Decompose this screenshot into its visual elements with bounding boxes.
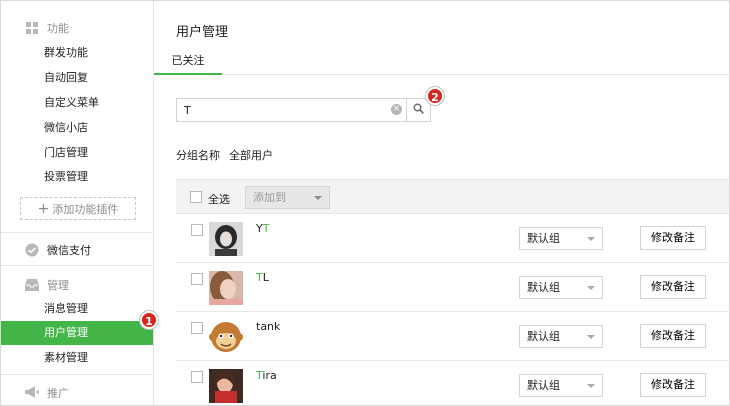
megaphone-icon (25, 386, 39, 400)
section-management-header: 管理 (1, 272, 153, 297)
chevron-down-icon (587, 335, 595, 339)
avatar[interactable] (209, 320, 243, 354)
user-name[interactable]: Tira (256, 369, 277, 382)
user-table-header: 全选 添加到 (176, 179, 729, 214)
section-functions-header: 功能 (1, 15, 153, 40)
avatar[interactable] (209, 271, 243, 305)
sidebar-item-material-management[interactable]: 素材管理 (1, 346, 153, 370)
app-frame: 功能 群发功能 自动回复 自定义菜单 微信小店 门店管理 投票管理 + 添加功能… (0, 0, 730, 406)
group-select-value: 默认组 (527, 232, 560, 245)
table-row: tank 默认组 修改备注 (176, 312, 729, 361)
section-promotion-header[interactable]: 推广 (1, 380, 153, 405)
user-name-rest: Y (256, 222, 263, 235)
sidebar-item-wechat-pay[interactable]: 微信支付 (1, 237, 153, 262)
add-plugin-label: 添加功能插件 (52, 202, 119, 216)
tabs-divider (154, 74, 729, 75)
row-checkbox[interactable] (191, 322, 203, 334)
user-name[interactable]: TL (256, 271, 269, 284)
edit-remark-button[interactable]: 修改备注 (640, 275, 706, 299)
avatar[interactable] (209, 222, 243, 256)
sidebar-item-vote-management[interactable]: 投票管理 (1, 165, 153, 189)
clear-icon[interactable]: × (391, 104, 402, 115)
callout-badge-2: 2 (426, 87, 444, 105)
chevron-down-icon (587, 237, 595, 241)
user-name-highlight-end: T (262, 222, 270, 235)
wechat-pay-label: 微信支付 (47, 243, 91, 257)
plus-icon: + (37, 200, 50, 217)
group-select[interactable]: 默认组 (519, 276, 603, 299)
sidebar-item-mass-send[interactable]: 群发功能 (1, 41, 153, 65)
row-checkbox[interactable] (191, 273, 203, 285)
sidebar-divider (1, 265, 153, 266)
add-plugin-button[interactable]: + 添加功能插件 (20, 197, 136, 220)
sidebar-item-wechat-shop[interactable]: 微信小店 (1, 116, 153, 140)
user-name[interactable]: YT (256, 222, 269, 235)
avatar[interactable] (209, 369, 243, 403)
search-input[interactable] (177, 99, 384, 121)
chevron-down-icon (587, 384, 595, 388)
edit-remark-button[interactable]: 修改备注 (640, 226, 706, 250)
group-select-value: 默认组 (527, 330, 560, 343)
sidebar-item-store-management[interactable]: 门店管理 (1, 141, 153, 165)
sidebar-divider (1, 374, 153, 375)
sidebar-item-auto-reply[interactable]: 自动回复 (1, 66, 153, 90)
group-select-value: 默认组 (527, 281, 560, 294)
group-select[interactable]: 默认组 (519, 227, 603, 250)
user-name-rest: tank (256, 320, 281, 333)
user-name-rest: ira (262, 369, 277, 382)
user-name-highlight: T (256, 271, 263, 284)
search-box: × (176, 98, 407, 122)
group-select[interactable]: 默认组 (519, 325, 603, 348)
user-name-rest: L (262, 271, 269, 284)
page-title: 用户管理 (176, 25, 229, 40)
select-all-checkbox[interactable] (190, 191, 202, 203)
group-select-value: 默认组 (527, 379, 560, 392)
table-row: TL 默认组 修改备注 (176, 263, 729, 312)
section-management-label: 管理 (47, 278, 69, 292)
table-row: YT 默认组 修改备注 (176, 214, 729, 263)
select-all-label: 全选 (208, 193, 230, 206)
grid-icon (25, 21, 39, 35)
group-select[interactable]: 默认组 (519, 374, 603, 397)
wechat-pay-icon (25, 243, 39, 257)
group-filter-label: 分组名称 (176, 149, 220, 162)
section-functions-label: 功能 (47, 21, 69, 35)
tab-active-underline (154, 73, 222, 75)
edit-remark-button[interactable]: 修改备注 (640, 373, 706, 397)
group-filter: 分组名称 全部用户 (176, 147, 273, 163)
chevron-down-icon (587, 286, 595, 290)
group-filter-value[interactable]: 全部用户 (229, 149, 273, 162)
sidebar-item-message-management[interactable]: 消息管理 (1, 297, 153, 321)
sidebar-item-custom-menu[interactable]: 自定义菜单 (1, 91, 153, 115)
edit-remark-button[interactable]: 修改备注 (640, 324, 706, 348)
row-checkbox[interactable] (191, 224, 203, 236)
inbox-icon (25, 278, 39, 292)
table-row: Tira 默认组 修改备注 (176, 361, 729, 405)
sidebar-item-user-management[interactable]: 用户管理 (1, 321, 153, 345)
main-content: 用户管理 已关注 × 分组名称全部用户 全选 添加到 (154, 1, 729, 405)
chevron-down-icon (314, 196, 322, 200)
user-name[interactable]: tank (256, 320, 280, 333)
sidebar-divider (1, 232, 153, 233)
section-promotion-label: 推广 (47, 386, 69, 400)
row-checkbox[interactable] (191, 371, 203, 383)
search-icon (413, 103, 424, 117)
add-to-label: 添加到 (253, 191, 286, 204)
add-to-dropdown[interactable]: 添加到 (245, 186, 330, 209)
sidebar: 功能 群发功能 自动回复 自定义菜单 微信小店 门店管理 投票管理 + 添加功能… (1, 1, 154, 405)
tab-followed[interactable]: 已关注 (154, 51, 222, 75)
